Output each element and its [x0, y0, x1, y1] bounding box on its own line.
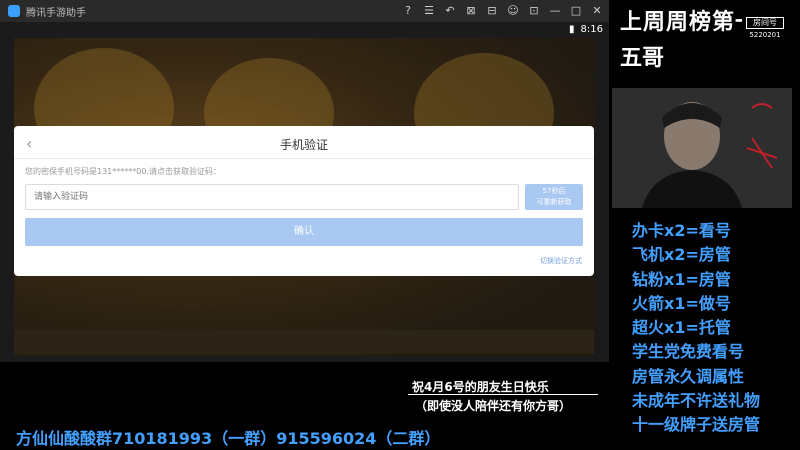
divider [408, 394, 598, 395]
fullscreen-icon[interactable]: ⊡ [528, 3, 540, 19]
room-number: 5220201 [749, 31, 781, 39]
emulator-title: 腾讯手游助手 [26, 7, 86, 19]
perk-item: 火箭x1=做号 [632, 293, 731, 313]
user-icon[interactable]: ☺ [507, 3, 519, 19]
window-controls: ? ☰ ↶ ⊠ ⊟ ☺ ⊡ — □ ✕ [402, 3, 603, 19]
verification-code-input[interactable] [25, 184, 519, 210]
resend-code-button[interactable]: 57秒后 可重新获取 [525, 184, 583, 210]
portrait-illustration [612, 88, 792, 208]
phone-verification-dialog: ‹ 手机验证 您的密保手机号码是131******00,请点击获取验证码： 57… [14, 126, 594, 276]
help-icon[interactable]: ? [402, 3, 414, 19]
screenshot-icon[interactable]: ⊠ [465, 3, 477, 19]
perk-item: 钻粉x1=房管 [632, 269, 731, 289]
birthday-message: 祝4月6号的朋友生日快乐 [412, 380, 549, 394]
menu-icon[interactable]: ☰ [423, 3, 435, 19]
minimize-button[interactable]: — [549, 3, 561, 19]
perk-item: 未成年不许送礼物 [632, 391, 761, 411]
android-time: 8:16 [580, 24, 603, 35]
perk-item: 十一级牌子送房管 [632, 415, 761, 435]
rank-name: 五哥 [620, 46, 665, 71]
dialog-title: 手机验证 [279, 138, 328, 152]
perk-item: 超火x1=托管 [632, 318, 731, 338]
resend-countdown: 57秒后 [542, 187, 566, 195]
birthday-subtext: （即使没人陪伴还有你方哥） [415, 399, 572, 413]
switch-verification-link[interactable]: 切换验证方式 [540, 256, 582, 266]
room-badge: 房间号 5220201 [742, 14, 788, 46]
close-button[interactable]: ✕ [591, 3, 603, 19]
game-bottom-bar [14, 330, 594, 354]
battery-icon: ▮ [569, 24, 575, 35]
confirm-button[interactable]: 确认 [25, 218, 583, 246]
portrait-image [612, 88, 792, 208]
android-status-bar: ▮ 8:16 [569, 24, 603, 35]
rank-title: 上周周榜第一 [620, 10, 759, 35]
keyboard-icon[interactable]: ⊟ [486, 3, 498, 19]
perk-item: 学生党免费看号 [632, 342, 745, 362]
room-label: 房间号 [746, 17, 784, 29]
resend-label: 可重新获取 [536, 198, 572, 206]
back-icon[interactable]: ↶ [444, 3, 456, 19]
app-logo-icon [8, 5, 20, 17]
fan-group-text: 方仙仙酸酸群710181993（一群）915596024（二群） [16, 429, 441, 448]
perk-item: 房管永久调属性 [632, 366, 745, 386]
perks-list: 办卡x2=看号 飞机x2=房管 钻粉x1=房管 火箭x1=做号 超火x1=托管 … [632, 219, 760, 438]
maximize-button[interactable]: □ [570, 3, 582, 19]
perk-item: 飞机x2=房管 [632, 245, 731, 265]
divider [14, 158, 594, 159]
phone-hint: 您的密保手机号码是131******00,请点击获取验证码： [25, 167, 221, 176]
perk-item: 办卡x2=看号 [632, 221, 731, 240]
emulator-titlebar: 腾讯手游助手 ? ☰ ↶ ⊠ ⊟ ☺ ⊡ — □ ✕ [0, 0, 609, 22]
